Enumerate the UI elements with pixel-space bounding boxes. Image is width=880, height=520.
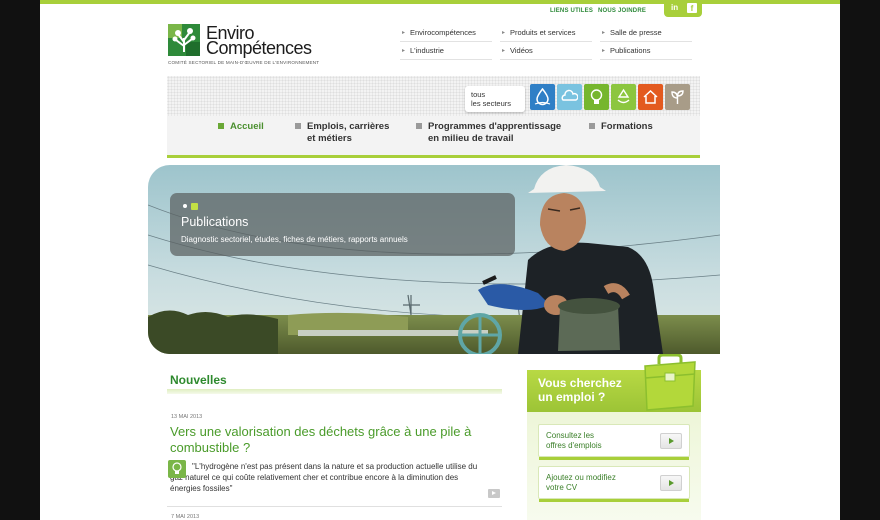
secmenu-publications[interactable]: Publications	[600, 42, 692, 60]
facebook-icon[interactable]: f	[687, 3, 697, 13]
all-sectors-line1: tous	[471, 90, 486, 99]
view-job-offers-button[interactable]: Consultez les offres d'emplois	[538, 424, 690, 460]
news-headline-line1: Vers une valorisation des déchets grâce …	[170, 424, 472, 439]
nav-jobs-careers[interactable]: Emplois, carrières et métiers	[295, 121, 389, 145]
add-edit-cv-line2: votre CV	[546, 483, 578, 492]
air-cloud-icon	[561, 89, 578, 101]
nav-bullet	[416, 123, 422, 129]
job-title-line1: Vous cherchez	[538, 376, 622, 390]
sector-water-button[interactable]	[530, 84, 555, 110]
view-job-offers-line1: Consultez les	[546, 431, 595, 440]
contact-us-link[interactable]: NOUS JOINDRE	[598, 8, 646, 14]
linkedin-icon[interactable]: in	[671, 3, 678, 12]
all-sectors-line2: les secteurs	[471, 99, 512, 108]
slide-dot-1[interactable]	[183, 204, 187, 208]
slide-dot-2-active[interactable]	[191, 203, 198, 210]
button-accent-bar	[539, 499, 689, 502]
job-panel-title: Vous cherchez un emploi ?	[538, 376, 622, 404]
logo-tagline: COMITÉ SECTORIEL DE MAIN-D'ŒUVRE DE L'EN…	[168, 60, 320, 65]
lightbulb-icon	[590, 89, 603, 104]
secmenu-envirocompetences[interactable]: Envirocompétences	[400, 24, 492, 42]
sector-building-button[interactable]	[638, 84, 663, 110]
nav-underline	[167, 155, 700, 158]
news-headline-line2: combustible ?	[170, 440, 251, 455]
job-title-line2: un emploi ?	[538, 390, 606, 404]
navigation-zone: tous les secteurs Accueil Emplois, carri…	[167, 76, 700, 158]
nav-bullet	[589, 123, 595, 129]
news-more-button[interactable]	[488, 489, 500, 498]
add-edit-cv-label: Ajoutez ou modifiez votre CV	[546, 473, 616, 493]
nav-jobs-line1: Emplois, carrières	[307, 121, 390, 132]
top-accent-bar	[40, 0, 840, 4]
plant-icon	[671, 90, 684, 104]
nav-apprenticeship[interactable]: Programmes d'apprentissage en milieu de …	[416, 121, 561, 145]
news-heading-rule	[167, 389, 502, 394]
hero-banner[interactable]: Publications Diagnostic sectoriel, étude…	[148, 165, 720, 354]
useful-links-link[interactable]: LIENS UTILES	[550, 8, 593, 14]
news-excerpt: "L'hydrogène n'est pas présent dans la n…	[170, 462, 478, 493]
news-headline-link[interactable]: Vers une valorisation des déchets grâce …	[170, 424, 490, 456]
secmenu-products-services[interactable]: Produits et services	[500, 24, 592, 42]
play-arrow-icon	[660, 475, 682, 491]
view-job-offers-label: Consultez les offres d'emplois	[546, 431, 602, 451]
nav-apprenticeship-line1: Programmes d'apprentissage	[428, 121, 562, 132]
secmenu-videos[interactable]: Vidéos	[500, 42, 592, 60]
recycling-icon	[617, 88, 630, 104]
secmenu-press-room[interactable]: Salle de presse	[600, 24, 692, 42]
news-heading: Nouvelles	[170, 373, 227, 387]
add-edit-cv-button[interactable]: Ajoutez ou modifiez votre CV	[538, 466, 690, 502]
secmenu-industry[interactable]: L'industrie	[400, 42, 492, 60]
sector-land-button[interactable]	[665, 84, 690, 110]
news-category-icon	[168, 460, 186, 478]
sector-recycling-button[interactable]	[611, 84, 636, 110]
hero-caption: Publications Diagnostic sectoriel, étude…	[170, 193, 515, 256]
nav-training-label: Formations	[601, 121, 653, 132]
briefcase-icon	[644, 354, 696, 411]
sector-air-button[interactable]	[557, 84, 582, 110]
sector-energy-button[interactable]	[584, 84, 609, 110]
nav-home[interactable]: Accueil	[218, 121, 264, 133]
nav-home-label: Accueil	[230, 121, 264, 132]
site-logo[interactable]: Enviro Compétences COMITÉ SECTORIEL DE M…	[168, 23, 328, 66]
logo-tree-icon	[168, 24, 200, 56]
nav-bullet	[295, 123, 301, 129]
button-accent-bar	[539, 457, 689, 460]
news-date: 7 MAI 2013	[171, 514, 200, 520]
news-date: 13 MAI 2013	[171, 414, 203, 420]
view-job-offers-line2: offres d'emplois	[546, 441, 602, 450]
nav-bullet	[218, 123, 224, 129]
all-sectors-button[interactable]: tous les secteurs	[465, 86, 525, 112]
logo-name-line2: Compétences	[206, 38, 312, 58]
lightbulb-icon	[172, 462, 182, 474]
hero-title: Publications	[181, 215, 249, 229]
add-edit-cv-line1: Ajoutez ou modifiez	[546, 473, 616, 482]
news-divider	[167, 506, 502, 507]
hero-subtitle: Diagnostic sectoriel, études, fiches de …	[181, 235, 408, 244]
page: Enviro Compétences COMITÉ SECTORIEL DE M…	[40, 0, 840, 520]
water-drop-icon	[534, 88, 551, 106]
nav-apprenticeship-line2: en milieu de travail	[428, 133, 514, 144]
social-links: in f	[664, 0, 702, 17]
nav-training[interactable]: Formations	[589, 121, 653, 133]
house-icon	[643, 89, 658, 104]
play-arrow-icon	[660, 433, 682, 449]
nav-jobs-line2: et métiers	[307, 133, 352, 144]
